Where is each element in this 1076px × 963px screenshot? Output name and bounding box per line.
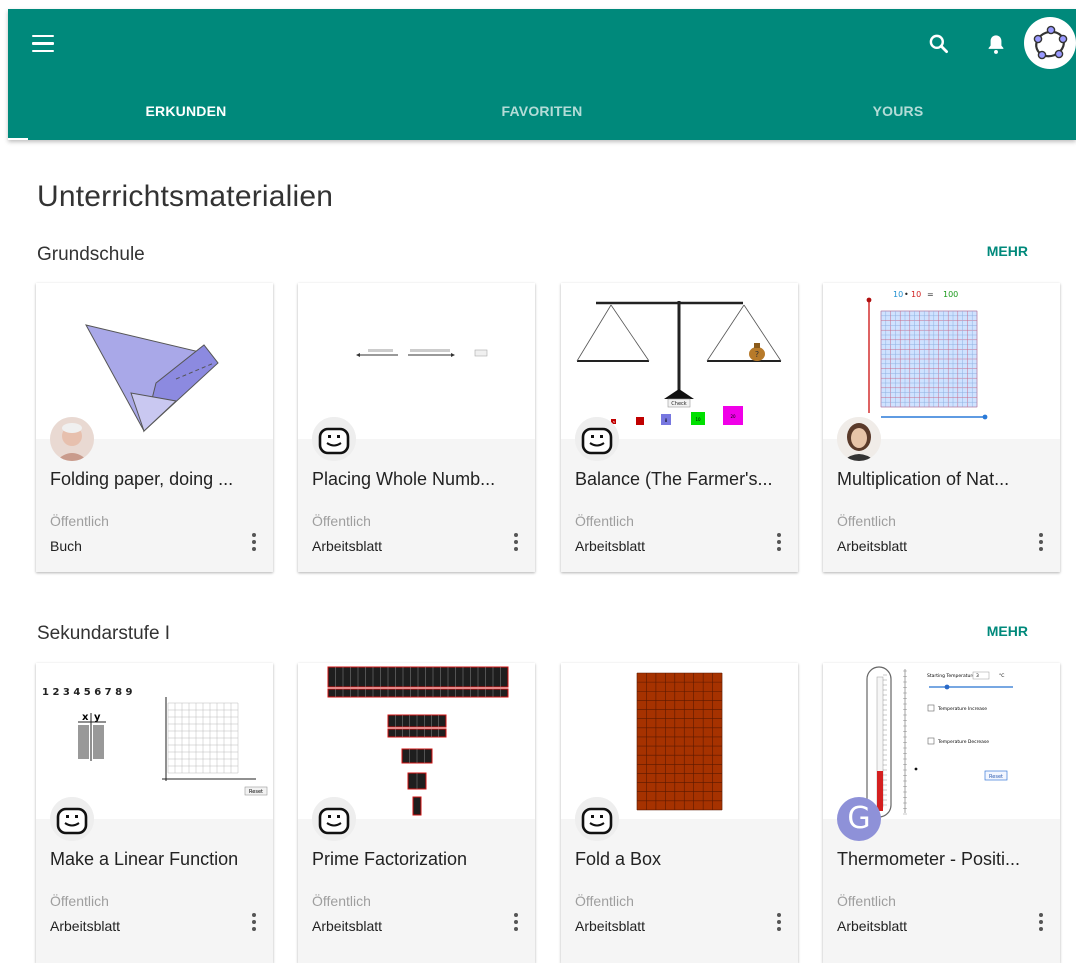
menu-icon[interactable] (32, 35, 54, 53)
reset-button[interactable]: Reset (989, 774, 1003, 780)
more-vert-icon[interactable] (513, 533, 519, 555)
smiley-avatar (575, 417, 619, 461)
starting-temp-label: Starting Temperature = (927, 673, 980, 679)
page-title: Unterrichtsmaterialien (37, 180, 334, 213)
card-title: Thermometer - Positi... (837, 849, 1021, 869)
card-title: Placing Whole Numb... (312, 469, 496, 489)
more-link-sekundarstufe[interactable]: MEHR (987, 623, 1028, 639)
card-thumbnail (298, 663, 535, 819)
more-vert-icon[interactable] (776, 913, 782, 935)
author-photo-avatar (50, 417, 94, 461)
card-type: Arbeitsblatt (575, 538, 646, 554)
card-visibility: Öffentlich (575, 893, 634, 909)
avatar-letter: G (847, 801, 871, 836)
geogebra-logo-icon[interactable] (1024, 17, 1076, 69)
tab-bar: ERKUNDEN FAVORITEN YOURS (8, 99, 1076, 140)
card-thumbnail (36, 283, 273, 439)
card-title: Prime Factorization (312, 849, 468, 869)
tab-favoriten[interactable]: FAVORITEN (364, 99, 720, 140)
smiley-avatar (312, 417, 356, 461)
factor-b: 10 (911, 290, 921, 299)
material-card[interactable]: Fold a Box Öffentlich Arbeitsblatt (561, 663, 798, 963)
search-icon[interactable] (926, 31, 952, 57)
card-type: Arbeitsblatt (837, 538, 908, 554)
card-thumbnail (561, 663, 798, 819)
more-vert-icon[interactable] (251, 533, 257, 555)
equals-sign: = (927, 290, 934, 299)
tab-yours[interactable]: YOURS (720, 99, 1076, 140)
card-visibility: Öffentlich (575, 513, 634, 529)
check-button[interactable]: Check (671, 401, 686, 407)
card-title: Balance (The Farmer's... (575, 469, 773, 489)
card-title: Folding paper, doing ... (50, 469, 234, 489)
tab-erkunden[interactable]: ERKUNDEN (8, 99, 364, 140)
card-thumbnail: Starting Temperature = 3 °C Temperature … (823, 663, 1060, 819)
card-type: Buch (50, 538, 82, 554)
card-title: Multiplication of Nat... (837, 469, 1010, 489)
material-card[interactable]: Placing Whole Numb... Öffentlich Arbeits… (298, 283, 535, 572)
digit-row: 1 2 3 4 5 6 7 8 9 (42, 687, 133, 698)
more-vert-icon[interactable] (776, 533, 782, 555)
y-header: y (94, 712, 101, 723)
card-visibility: Öffentlich (837, 513, 896, 529)
temperature-decrease-checkbox[interactable]: Temperature Decrease (937, 739, 989, 745)
more-vert-icon[interactable] (1038, 533, 1044, 555)
smiley-avatar (50, 797, 94, 841)
more-link-grundschule[interactable]: MEHR (987, 243, 1028, 259)
author-photo-avatar (837, 417, 881, 461)
starting-temp-value[interactable]: 3 (976, 673, 979, 679)
smiley-avatar (312, 797, 356, 841)
card-visibility: Öffentlich (312, 893, 371, 909)
temperature-increase-checkbox[interactable]: Temperature Increase (937, 706, 987, 712)
weight-label: 8 (665, 418, 668, 423)
card-title: Fold a Box (575, 849, 662, 869)
card-type: Arbeitsblatt (50, 918, 121, 934)
bell-icon[interactable] (983, 31, 1009, 57)
app-header: ERKUNDEN FAVORITEN YOURS (8, 9, 1076, 140)
unit-label: °C (999, 673, 1004, 679)
multiplication-grid (880, 310, 978, 408)
card-thumbnail: 1 2 3 4 5 6 7 8 9 x y Reset (36, 663, 273, 819)
card-title: Make a Linear Function (50, 849, 239, 869)
reset-button[interactable]: Reset (249, 789, 263, 795)
card-type: Arbeitsblatt (575, 918, 646, 934)
more-vert-icon[interactable] (513, 913, 519, 935)
section-title-grundschule: Grundschule (37, 244, 145, 265)
tab-indicator (8, 138, 28, 140)
card-type: Arbeitsblatt (312, 538, 383, 554)
card-type: Arbeitsblatt (837, 918, 908, 934)
bag-label: ? (755, 350, 759, 359)
card-visibility: Öffentlich (50, 513, 109, 529)
product: 100 (943, 290, 958, 299)
card-type: Arbeitsblatt (312, 918, 383, 934)
letter-avatar: G (837, 797, 881, 841)
card-visibility: Öffentlich (312, 513, 371, 529)
card-thumbnail: ? Check 8 10 20 5 (561, 283, 798, 439)
more-vert-icon[interactable] (251, 913, 257, 935)
weight-label: 20 (730, 414, 736, 419)
material-card[interactable]: Prime Factorization Öffentlich Arbeitsbl… (298, 663, 535, 963)
material-card[interactable]: Folding paper, doing ... Öffentlich Buch (36, 283, 273, 572)
x-header: x (82, 712, 89, 723)
section-title-sekundarstufe: Sekundarstufe I (37, 623, 171, 644)
smiley-avatar (575, 797, 619, 841)
more-vert-icon[interactable] (1038, 913, 1044, 935)
material-card[interactable]: Starting Temperature = 3 °C Temperature … (823, 663, 1060, 963)
times-sign: • (904, 290, 909, 299)
material-card[interactable]: 10 • 10 = 100 Multiplication of Nat... Ö… (823, 283, 1060, 572)
weight-label: 10 (695, 417, 701, 422)
card-visibility: Öffentlich (837, 893, 896, 909)
coordinate-grid (167, 702, 239, 774)
material-card[interactable]: ? Check 8 10 20 5 Balance (The Farmer's.… (561, 283, 798, 572)
card-visibility: Öffentlich (50, 893, 109, 909)
material-card[interactable]: 1 2 3 4 5 6 7 8 9 x y Reset Make a Linea… (36, 663, 273, 963)
factor-a: 10 (893, 290, 903, 299)
card-thumbnail: 10 • 10 = 100 (823, 283, 1060, 439)
factor-bars (327, 666, 509, 816)
card-thumbnail (298, 283, 535, 439)
page-frame: ERKUNDEN FAVORITEN YOURS Unterrichtsmate… (0, 0, 1076, 963)
